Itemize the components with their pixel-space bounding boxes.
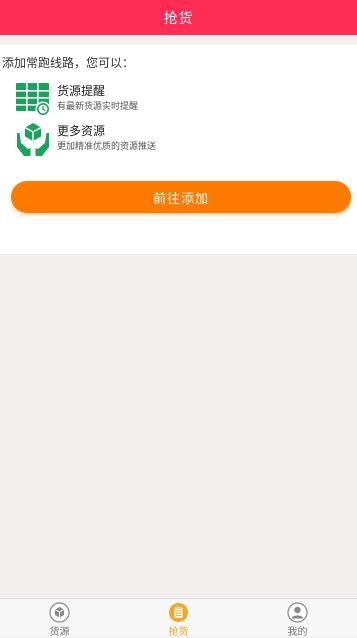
- go-add-button[interactable]: 前往添加: [11, 181, 351, 213]
- tab-mine[interactable]: 我的: [238, 599, 357, 638]
- calendar-clock-icon: [16, 83, 51, 117]
- feature-cargo-alert: 货源提醒 有最新货源实时提醒: [15, 81, 335, 117]
- feature-description: 更加精准优质的资源推送: [57, 142, 157, 152]
- tab-label: 抢货: [168, 627, 189, 638]
- bottom-tab-bar: 货源 抢货 我的: [0, 598, 357, 638]
- intro-text: 添加常跑线路，您可以：: [2, 56, 135, 70]
- cargo-icon: [49, 602, 70, 623]
- page-title: 抢货: [163, 10, 194, 27]
- user-icon: [287, 602, 308, 623]
- feature-title: 货源提醒: [57, 84, 106, 98]
- tab-cargo[interactable]: 货源: [0, 599, 119, 638]
- hands-box-icon: [17, 123, 49, 156]
- feature-description: 有最新货源实时提醒: [57, 102, 139, 112]
- tab-label: 我的: [287, 627, 308, 638]
- feature-title: 更多资源: [57, 124, 106, 138]
- app-header: 抢货: [0, 0, 357, 35]
- tab-label: 货源: [49, 627, 70, 638]
- clipboard-icon: [169, 603, 188, 622]
- route-card: 添加常跑线路，您可以： 货源提醒 有最新货源实时提醒 更多资源 更加精准优质的资…: [0, 45, 357, 254]
- tab-grab-cargo[interactable]: 抢货: [119, 599, 238, 638]
- feature-more-resources: 更多资源 更加精准优质的资源推送: [15, 121, 335, 157]
